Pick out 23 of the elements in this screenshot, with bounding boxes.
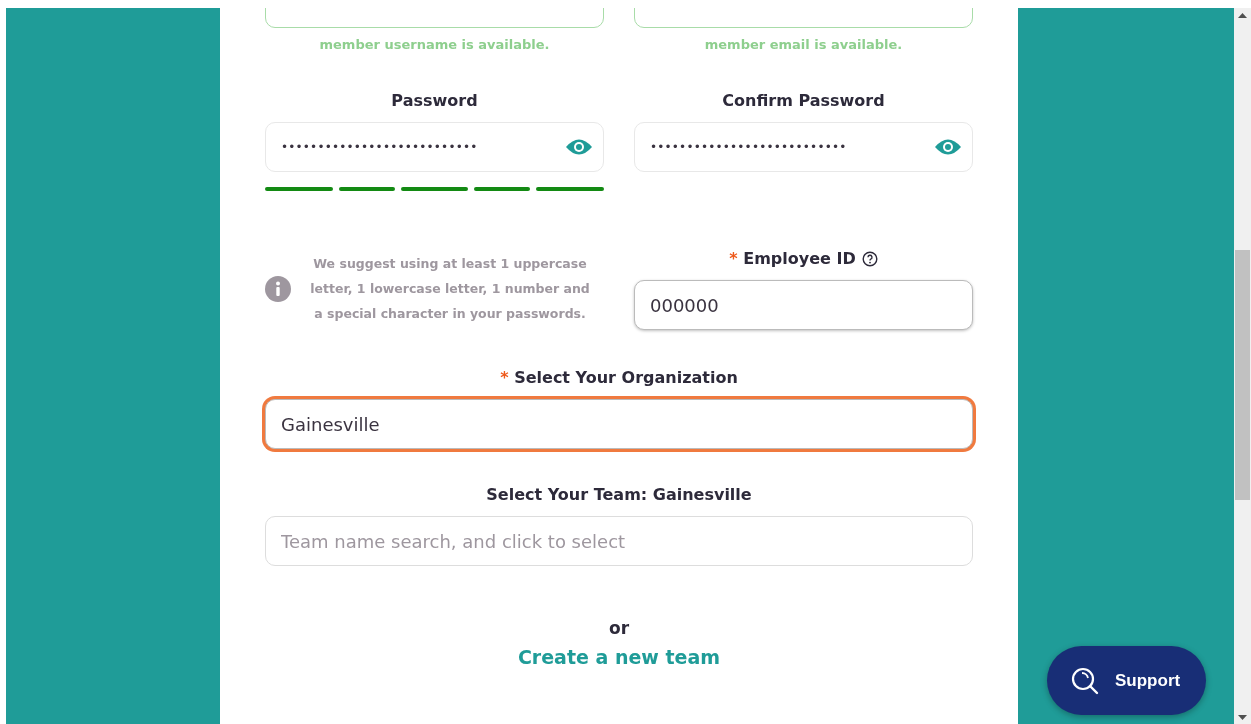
team-search-field[interactable]: Team name search, and click to select [265, 516, 973, 566]
password-field[interactable]: ••••••••••••••••••••••••••• [634, 122, 973, 172]
help-icon[interactable] [861, 250, 878, 267]
organization-field[interactable]: Gainesville [265, 399, 973, 449]
availability-message: member username is available. [319, 37, 550, 54]
eye-icon[interactable] [565, 138, 593, 156]
support-button[interactable]: Support [1047, 646, 1206, 715]
field-label: Select Your Team: Gainesville [486, 485, 752, 504]
info-icon [265, 275, 291, 302]
field-label: Confirm Password [722, 91, 885, 110]
scrollbar[interactable] [1234, 8, 1251, 724]
search-icon [1071, 666, 1099, 695]
employee-id-field[interactable]: 000000 [634, 280, 973, 330]
eye-icon[interactable] [934, 138, 962, 156]
field-label: * Employee ID [729, 249, 856, 268]
availability-message: member email is available. [704, 37, 903, 54]
field-label: Password [391, 91, 478, 110]
scroll-up-arrow-icon[interactable] [1238, 13, 1247, 18]
separator-text: or [608, 618, 630, 638]
password-hint: We suggest using at least 1 uppercase letter, 1 lowercase letter, 1 number and a special character in your passwords. [309, 255, 591, 323]
password-field[interactable]: ••••••••••••••••••••••••••• [265, 122, 604, 172]
field-label: * Select Your Organization [500, 368, 738, 387]
scroll-down-arrow-icon[interactable] [1238, 715, 1247, 720]
